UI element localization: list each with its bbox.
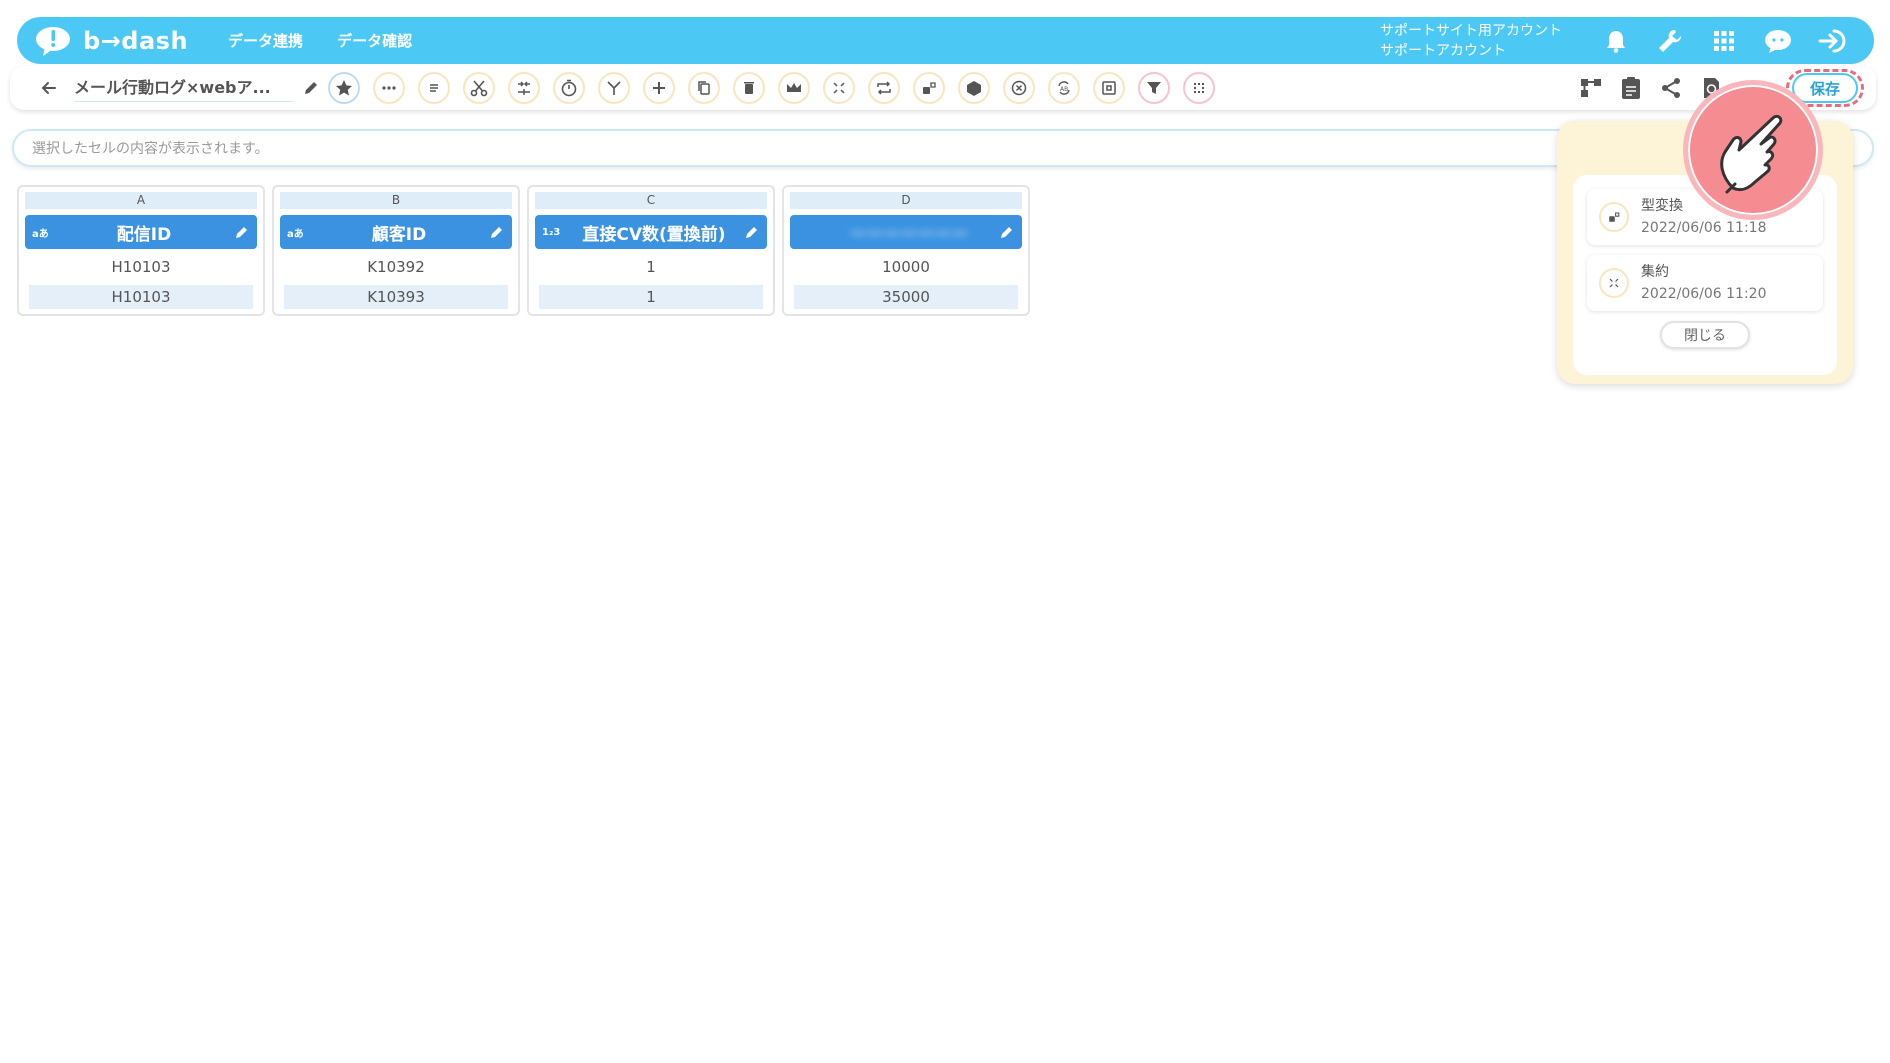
collapse-icon[interactable] <box>823 72 855 104</box>
grid-dots-icon[interactable] <box>1183 72 1215 104</box>
more-icon[interactable] <box>373 72 405 104</box>
merge-icon[interactable] <box>508 72 540 104</box>
copy-icon[interactable] <box>688 72 720 104</box>
table-cell[interactable]: 35000 <box>794 285 1018 309</box>
history-item-time: 2022/06/06 11:18 <box>1641 220 1767 236</box>
filter-icon[interactable] <box>1138 72 1170 104</box>
table-cell[interactable]: H10103 <box>25 255 257 279</box>
history-item-time: 2022/06/06 11:20 <box>1641 286 1767 302</box>
save-button[interactable]: 保存 <box>1792 73 1858 103</box>
column-header[interactable]: ーーーーーーー <box>790 215 1022 249</box>
column-name-blurred: ーーーーーーー <box>849 224 969 245</box>
branch-icon[interactable] <box>598 72 630 104</box>
nav-data-check[interactable]: データ確認 <box>337 30 412 51</box>
history-item[interactable]: 集約 2022/06/06 11:20 <box>1587 255 1823 311</box>
svg-text:AB: AB <box>1060 86 1068 93</box>
close-button[interactable]: 閉じる <box>1660 321 1750 349</box>
column-b[interactable]: B aあ 顧客ID K10392 K10393 <box>272 185 520 316</box>
table-cell[interactable]: K10393 <box>284 285 508 309</box>
logo-icon <box>35 25 75 57</box>
pencil-icon[interactable] <box>999 224 1015 240</box>
collapse-icon <box>1599 268 1629 298</box>
tool-group: AB <box>328 72 1215 104</box>
grid-icon[interactable] <box>1700 21 1748 61</box>
type-convert-icon[interactable] <box>913 72 945 104</box>
crown-icon[interactable] <box>778 72 810 104</box>
pencil-icon[interactable] <box>744 224 760 240</box>
file-title[interactable]: メール行動ログ×webア... <box>74 74 294 102</box>
column-d[interactable]: D ーーーーーーー 10000 35000 <box>782 185 1030 316</box>
wrench-icon[interactable] <box>1646 21 1694 61</box>
table-cell[interactable]: K10392 <box>280 255 512 279</box>
back-arrow-icon[interactable] <box>36 75 62 101</box>
box-icon[interactable] <box>958 72 990 104</box>
column-c[interactable]: C 1₂3 直接CV数(置換前) 1 1 <box>527 185 775 316</box>
flow-icon[interactable] <box>1578 75 1604 101</box>
pencil-icon[interactable] <box>300 77 322 99</box>
pointing-hand-icon <box>1683 80 1823 220</box>
number-type-icon: 1₂3 <box>542 226 561 238</box>
clipboard-icon[interactable] <box>1618 75 1644 101</box>
trash-icon[interactable] <box>733 72 765 104</box>
pencil-icon[interactable] <box>489 224 505 240</box>
pencil-icon[interactable] <box>234 224 250 240</box>
star-icon[interactable] <box>328 72 360 104</box>
share-icon[interactable] <box>1658 75 1684 101</box>
toolbar: メール行動ログ×webア... AB 保存 <box>10 66 1876 110</box>
list-icon[interactable] <box>418 72 450 104</box>
column-header[interactable]: aあ 配信ID <box>25 215 257 249</box>
top-header: b→dash データ連携 データ確認 サポートサイト用アカウント サポートアカウ… <box>17 17 1874 64</box>
column-header[interactable]: 1₂3 直接CV数(置換前) <box>535 215 767 249</box>
column-letter[interactable]: B <box>280 192 512 209</box>
column-a[interactable]: A aあ 配信ID H10103 H10103 <box>17 185 265 316</box>
replace-icon[interactable]: AB <box>1048 72 1080 104</box>
string-type-icon: aあ <box>32 228 49 240</box>
column-letter[interactable]: D <box>790 192 1022 209</box>
history-item-name: 集約 <box>1641 264 1669 280</box>
account-line1: サポートサイト用アカウント <box>1380 22 1562 39</box>
data-table: A aあ 配信ID H10103 H10103 B aあ 顧客ID K10392… <box>17 185 1030 316</box>
account-info[interactable]: サポートサイト用アカウント サポートアカウント <box>1380 21 1562 61</box>
column-name: 直接CV数(置換前) <box>582 224 726 245</box>
chat-icon[interactable] <box>1754 21 1802 61</box>
type-convert-icon <box>1599 202 1629 232</box>
column-header[interactable]: aあ 顧客ID <box>280 215 512 249</box>
table-cell[interactable]: 1 <box>535 255 767 279</box>
frame-icon[interactable] <box>1093 72 1125 104</box>
logo-text: b→dash <box>83 26 189 55</box>
logo[interactable]: b→dash <box>35 25 188 57</box>
column-name: 顧客ID <box>371 224 427 245</box>
timer-icon[interactable] <box>553 72 585 104</box>
logout-icon[interactable] <box>1808 21 1856 61</box>
table-cell[interactable]: H10103 <box>29 285 253 309</box>
table-cell[interactable]: 1 <box>539 285 763 309</box>
account-line2: サポートアカウント <box>1380 42 1506 59</box>
nav-data-integration[interactable]: データ連携 <box>228 30 303 51</box>
table-cell[interactable]: 10000 <box>790 255 1022 279</box>
scissors-icon[interactable] <box>463 72 495 104</box>
panel-list: 型変換 2022/06/06 11:18 集約 2022/06/06 11:20… <box>1573 175 1837 375</box>
string-type-icon: aあ <box>287 228 304 240</box>
bell-icon[interactable] <box>1592 21 1640 61</box>
column-letter[interactable]: A <box>25 192 257 209</box>
column-name: 配信ID <box>116 224 172 245</box>
repeat-icon[interactable] <box>868 72 900 104</box>
plus-icon[interactable] <box>643 72 675 104</box>
close-circle-icon[interactable] <box>1003 72 1035 104</box>
column-letter[interactable]: C <box>535 192 767 209</box>
